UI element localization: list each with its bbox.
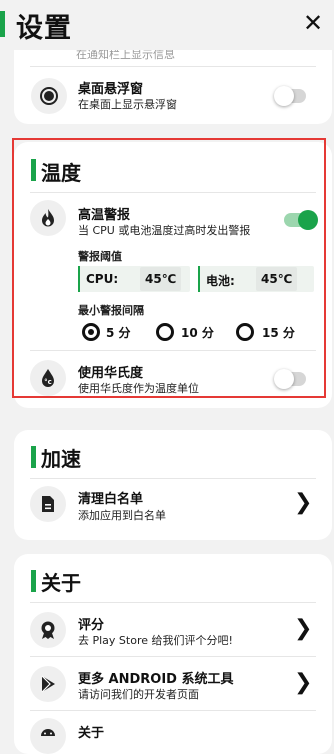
divider bbox=[30, 192, 316, 193]
page-title: 设置 bbox=[16, 13, 72, 44]
award-icon bbox=[41, 621, 55, 639]
fahrenheit-toggle[interactable] bbox=[274, 369, 306, 389]
section-accent-bar bbox=[31, 570, 36, 592]
close-button[interactable]: ✕ bbox=[300, 8, 326, 38]
fahrenheit-subtitle: 使用华氏度作为温度单位 bbox=[78, 382, 199, 395]
whitelist-subtitle: 添加应用到白名单 bbox=[78, 509, 166, 522]
play-store-icon-bg bbox=[30, 666, 66, 702]
play-store-icon bbox=[41, 675, 55, 693]
chevron-right-icon: ❯ bbox=[294, 616, 313, 641]
high-temp-alert-title: 高温警报 bbox=[78, 208, 131, 223]
interval-option-label: 10 分 bbox=[181, 326, 214, 340]
floating-window-title: 桌面悬浮窗 bbox=[78, 82, 144, 97]
battery-threshold-value[interactable]: 45℃ bbox=[256, 267, 298, 291]
thermometer-drop-icon: °c bbox=[42, 369, 54, 387]
document-icon bbox=[42, 496, 54, 512]
whitelist-title: 清理白名单 bbox=[78, 492, 144, 507]
divider bbox=[30, 66, 316, 67]
title-accent-bar bbox=[0, 11, 5, 37]
about-section-title: 关于 bbox=[41, 571, 81, 595]
flame-icon bbox=[42, 209, 54, 227]
award-icon-bg bbox=[30, 612, 66, 648]
interval-option-label: 5 分 bbox=[106, 326, 131, 340]
divider bbox=[30, 350, 316, 351]
battery-label: 电池: bbox=[206, 274, 235, 288]
header: 设置 ✕ bbox=[0, 0, 334, 50]
floating-window-toggle[interactable] bbox=[274, 86, 306, 106]
divider bbox=[30, 656, 316, 657]
svg-text:°c: °c bbox=[44, 378, 52, 386]
radio-button[interactable] bbox=[82, 323, 100, 341]
about-item-title: 关于 bbox=[78, 726, 105, 741]
temperature-section-title: 温度 bbox=[41, 161, 81, 185]
rate-subtitle: 去 Play Store 给我们评个分吧! bbox=[78, 634, 233, 647]
thermometer-icon-bg: °c bbox=[30, 360, 66, 396]
chevron-right-icon: ❯ bbox=[294, 670, 313, 695]
high-temp-alert-toggle[interactable] bbox=[284, 210, 318, 230]
floating-window-subtitle: 在桌面上显示悬浮窗 bbox=[78, 98, 177, 111]
accelerate-section-title: 加速 bbox=[41, 447, 81, 471]
interval-option-label: 15 分 bbox=[262, 326, 295, 340]
radio-button[interactable] bbox=[236, 323, 254, 341]
threshold-label: 警报阈值 bbox=[78, 250, 122, 263]
cpu-label: CPU: bbox=[86, 272, 119, 286]
divider bbox=[30, 602, 316, 603]
divider bbox=[30, 478, 316, 479]
divider bbox=[30, 710, 316, 711]
android-icon-bg bbox=[30, 718, 66, 754]
fahrenheit-title: 使用华氏度 bbox=[78, 366, 144, 381]
floating-window-icon-bg bbox=[31, 78, 67, 114]
temperature-card: 温度 高温警报 当 CPU 或电池温度过高时发出警报 警报阈值 CPU: 45℃… bbox=[14, 142, 332, 408]
radio-button[interactable] bbox=[156, 323, 174, 341]
chevron-right-icon: ❯ bbox=[294, 490, 313, 515]
rate-title: 评分 bbox=[78, 618, 105, 633]
section-accent-bar bbox=[31, 446, 36, 468]
battery-threshold[interactable]: 电池: 45℃ bbox=[198, 266, 314, 292]
android-icon bbox=[41, 729, 55, 736]
floating-window-icon bbox=[40, 87, 58, 105]
flame-icon-bg bbox=[30, 200, 66, 236]
section-accent-bar bbox=[31, 159, 36, 181]
interval-label: 最小警报间隔 bbox=[78, 304, 144, 317]
high-temp-alert-subtitle: 当 CPU 或电池温度过高时发出警报 bbox=[78, 224, 251, 237]
more-tools-subtitle: 请访问我们的开发者页面 bbox=[78, 688, 199, 701]
close-icon: ✕ bbox=[302, 9, 324, 37]
accelerate-card: 加速 清理白名单 添加应用到白名单 ❯ bbox=[14, 430, 332, 540]
about-card: 关于 评分 去 Play Store 给我们评个分吧! ❯ 更多 ANDROID… bbox=[14, 554, 332, 754]
more-tools-title: 更多 ANDROID 系统工具 bbox=[78, 672, 234, 687]
document-icon-bg bbox=[30, 486, 66, 522]
cpu-threshold-value[interactable]: 45℃ bbox=[140, 267, 182, 291]
cpu-threshold[interactable]: CPU: 45℃ bbox=[78, 266, 190, 292]
